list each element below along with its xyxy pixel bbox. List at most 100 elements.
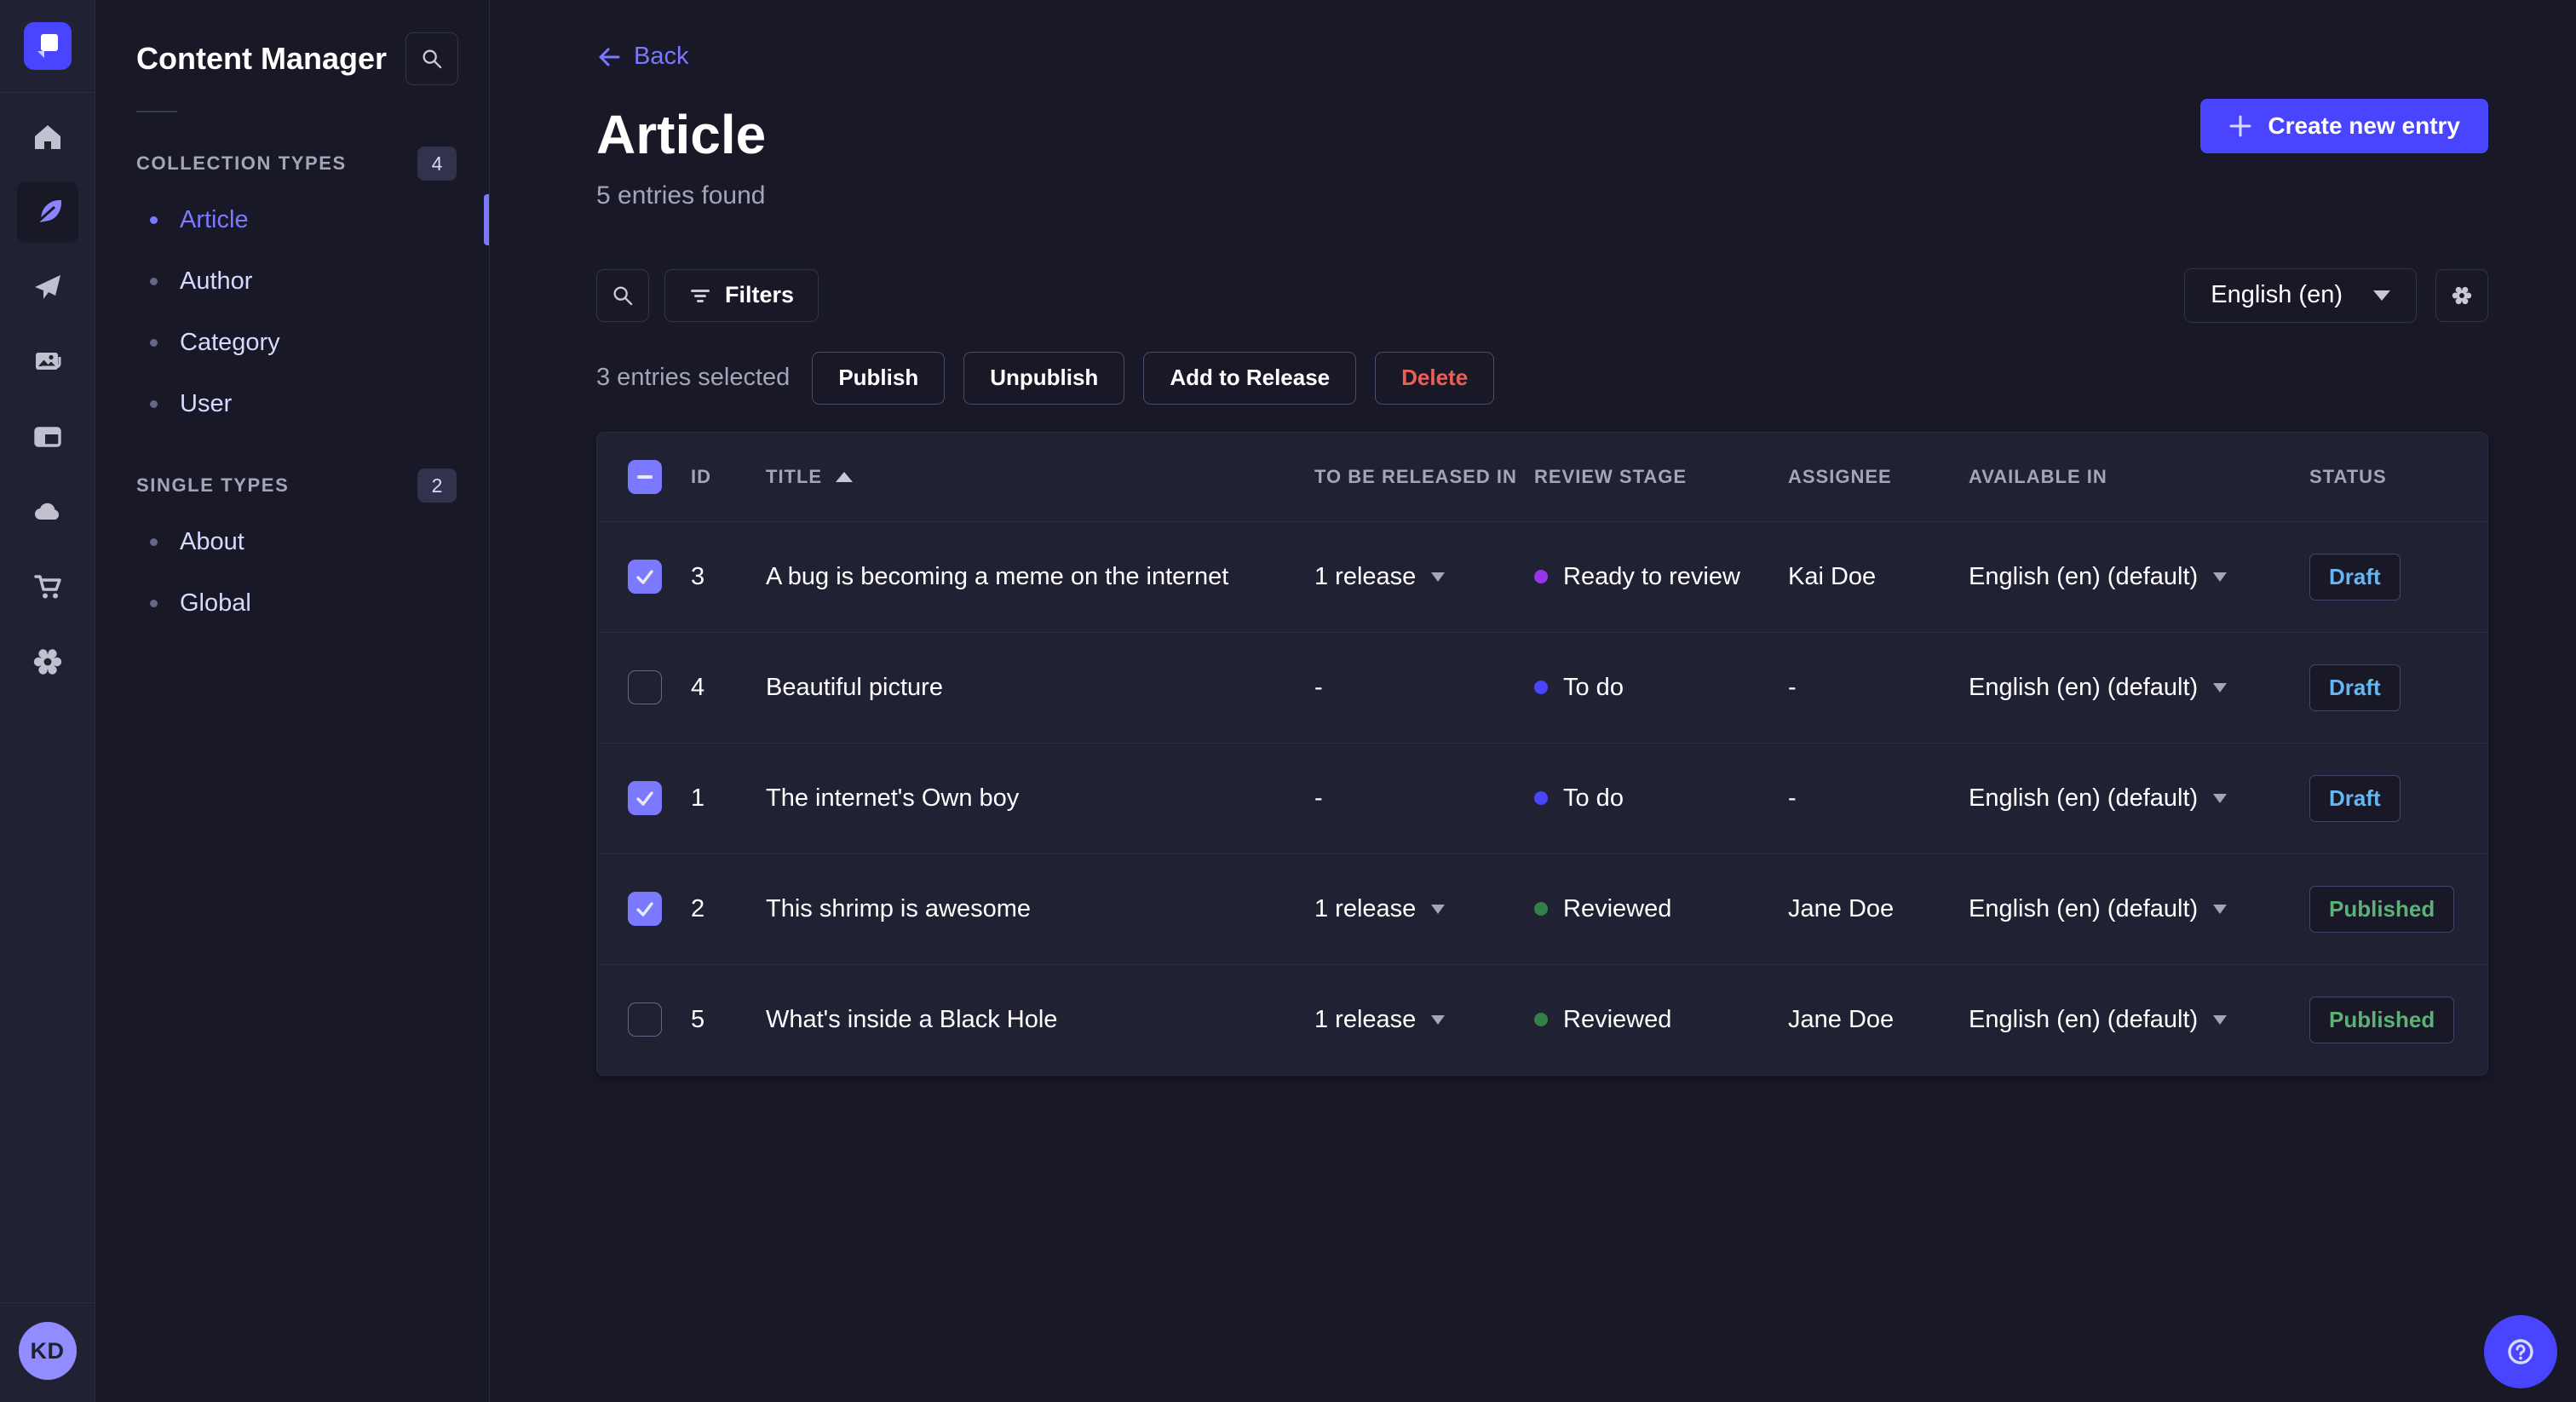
single-types-items: About Global — [136, 511, 458, 634]
media-library-icon[interactable] — [17, 331, 78, 393]
sidebar-item-label: Category — [180, 328, 280, 356]
row-release: 1 release — [1314, 562, 1417, 590]
check-icon — [634, 787, 656, 809]
column-header-status: STATUS — [2309, 465, 2387, 487]
review-stage-dot — [1534, 1013, 1548, 1026]
table-row[interactable]: 4 Beautiful picture - To do - English (e… — [597, 631, 2487, 743]
row-available-in: English (en) (default) — [1969, 784, 2199, 812]
sidebar-item-about[interactable]: About — [136, 511, 458, 572]
collection-types-items: Article Author Category User — [136, 189, 489, 434]
collection-types-label: COLLECTION TYPES — [136, 152, 347, 174]
column-header-title[interactable]: TITLE — [766, 466, 1314, 488]
home-icon[interactable] — [17, 106, 78, 168]
entries-table: ID TITLE TO BE RELEASED IN REVIEW STAGE … — [596, 431, 2488, 1076]
bullet-icon — [150, 537, 158, 546]
row-assignee: Kai Doe — [1788, 562, 1877, 590]
sidebar-item-global[interactable]: Global — [136, 572, 458, 634]
view-settings-button[interactable] — [2435, 268, 2488, 322]
column-header-title-label: TITLE — [766, 465, 823, 487]
chevron-down-icon[interactable] — [2213, 572, 2228, 582]
user-avatar[interactable]: KD — [18, 1322, 77, 1380]
select-all-checkbox[interactable] — [628, 459, 662, 494]
strapi-logo-icon[interactable] — [23, 22, 72, 70]
back-link[interactable]: Back — [596, 43, 688, 71]
content-type-builder-icon[interactable] — [17, 406, 78, 468]
publish-button[interactable]: Publish — [812, 351, 946, 405]
table-row[interactable]: 1 The internet's Own boy - To do - Engli… — [597, 742, 2487, 853]
sidebar-item-user[interactable]: User — [136, 373, 458, 434]
row-assignee: - — [1788, 673, 1797, 701]
table-header-row: ID TITLE TO BE RELEASED IN REVIEW STAGE … — [597, 433, 2487, 521]
search-icon — [613, 286, 633, 305]
row-review-stage: To do — [1563, 673, 1624, 701]
sidebar-item-label: Global — [180, 589, 251, 617]
row-checkbox[interactable] — [628, 560, 662, 594]
marketplace-icon[interactable] — [17, 556, 78, 618]
row-id: 3 — [691, 562, 705, 590]
sidebar-item-label: User — [180, 389, 233, 417]
table-row[interactable]: 5 What's inside a Black Hole 1 release R… — [597, 963, 2487, 1075]
deploy-icon[interactable] — [17, 481, 78, 543]
row-available-in: English (en) (default) — [1969, 894, 2199, 922]
delete-button[interactable]: Delete — [1375, 351, 1495, 405]
collection-types-section: COLLECTION TYPES 4 Article Author Catego… — [136, 147, 489, 434]
review-stage-dot — [1534, 902, 1548, 916]
main-content: Back Article 5 entries found Create new … — [490, 0, 2576, 1402]
selection-summary: 3 entries selected — [596, 364, 791, 391]
table-body: 3 A bug is becoming a meme on the intern… — [597, 520, 2487, 1075]
table-row[interactable]: 3 A bug is becoming a meme on the intern… — [597, 520, 2487, 632]
entries-count: 5 entries found — [596, 181, 766, 210]
unpublish-button[interactable]: Unpublish — [963, 351, 1125, 405]
single-types-count-badge: 2 — [417, 468, 457, 503]
check-icon — [634, 566, 656, 588]
status-badge: Draft — [2309, 774, 2401, 822]
row-checkbox[interactable] — [628, 781, 662, 815]
add-to-release-button[interactable]: Add to Release — [1143, 351, 1357, 405]
chevron-down-icon[interactable] — [2213, 904, 2228, 914]
row-assignee: - — [1788, 784, 1797, 812]
chevron-down-icon[interactable] — [2213, 682, 2228, 692]
help-button[interactable] — [2484, 1315, 2557, 1388]
chevron-down-icon[interactable] — [1431, 1014, 1446, 1025]
gear-icon — [2452, 286, 2472, 304]
status-badge: Draft — [2309, 553, 2401, 600]
plus-icon — [2229, 115, 2251, 137]
row-title: Beautiful picture — [766, 673, 943, 701]
sidebar-search-button[interactable] — [405, 32, 458, 85]
sidebar-item-category[interactable]: Category — [136, 312, 458, 373]
row-checkbox[interactable] — [628, 892, 662, 926]
review-stage-dot — [1534, 681, 1548, 694]
chevron-down-icon[interactable] — [1431, 572, 1446, 582]
row-title: What's inside a Black Hole — [766, 1005, 1058, 1033]
row-checkbox[interactable] — [628, 670, 662, 704]
sidebar-item-article[interactable]: Article — [136, 189, 489, 250]
status-badge: Draft — [2309, 664, 2401, 711]
chevron-down-icon[interactable] — [2213, 793, 2228, 803]
content-manager-sidebar: Content Manager COLLECTION TYPES 4 Artic… — [95, 0, 490, 1402]
table-search-button[interactable] — [596, 268, 649, 322]
releases-icon[interactable] — [17, 256, 78, 318]
rail-bottom-divider — [0, 1302, 95, 1303]
chevron-down-icon[interactable] — [1431, 904, 1446, 914]
sidebar-item-label: Article — [180, 205, 249, 233]
sidebar-item-author[interactable]: Author — [136, 250, 458, 312]
column-header-stage: REVIEW STAGE — [1534, 465, 1688, 487]
review-stage-dot — [1534, 791, 1548, 805]
column-header-id[interactable]: ID — [691, 466, 766, 488]
row-review-stage: Reviewed — [1563, 894, 1672, 922]
content-manager-icon[interactable] — [16, 181, 78, 243]
chevron-down-icon[interactable] — [2213, 1014, 2228, 1025]
chevron-down-icon — [2373, 290, 2390, 301]
settings-icon[interactable] — [17, 631, 78, 692]
main-nav-rail: KD — [0, 0, 95, 1402]
row-checkbox[interactable] — [628, 1003, 662, 1037]
row-id: 1 — [691, 784, 705, 812]
locale-select[interactable]: English (en) — [2184, 267, 2417, 323]
table-row[interactable]: 2 This shrimp is awesome 1 release Revie… — [597, 853, 2487, 964]
create-new-entry-button[interactable]: Create new entry — [2200, 99, 2488, 153]
check-icon — [634, 898, 656, 920]
filters-button[interactable]: Filters — [664, 268, 819, 322]
column-header-assignee: ASSIGNEE — [1788, 465, 1892, 487]
row-available-in: English (en) (default) — [1969, 1005, 2199, 1033]
filters-label: Filters — [725, 282, 795, 307]
